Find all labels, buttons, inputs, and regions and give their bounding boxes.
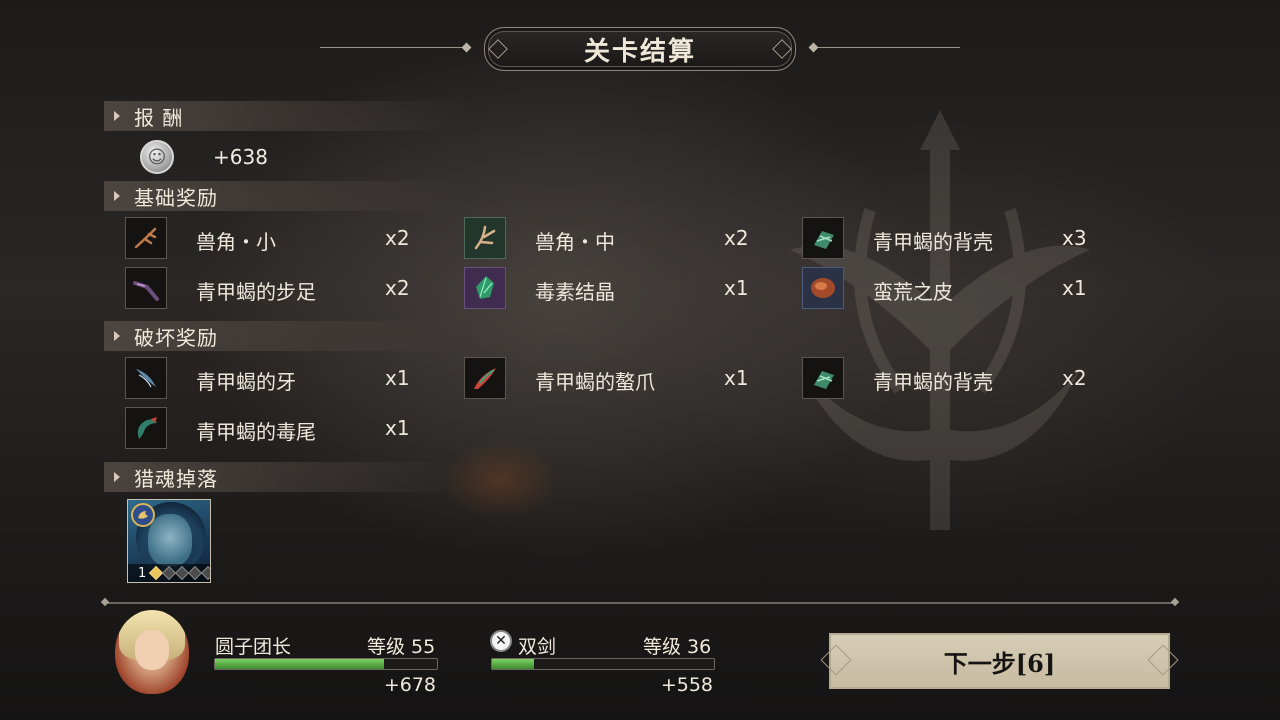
- item-quantity: x1: [724, 366, 749, 390]
- section-reward-header: 报 酬: [104, 101, 464, 131]
- next-step-label: 下一步[6]: [943, 648, 1056, 678]
- item-name: 青甲蝎的背壳: [873, 230, 993, 254]
- section-basic-header: 基础奖励: [104, 181, 464, 211]
- item-quantity: x2: [385, 276, 410, 300]
- reward-item[interactable]: 青甲蝎的毒尾 x1: [125, 407, 425, 451]
- star-empty-icon: [201, 565, 210, 581]
- toxin-crystal-icon: [464, 267, 506, 309]
- section-reward-title: 报 酬: [134, 105, 184, 130]
- scorpion-carapace-icon: [802, 217, 844, 259]
- soul-star-rating: [149, 565, 210, 581]
- button-ornament-right: [1147, 644, 1179, 676]
- title-diamond-right: [772, 39, 792, 59]
- player-xp-bar: [214, 658, 438, 670]
- item-name: 兽角・中: [535, 230, 615, 254]
- title-banner: 关卡结算: [484, 27, 796, 71]
- scorpion-carapace-icon: [802, 357, 844, 399]
- small-horn-icon: [125, 217, 167, 259]
- section-destroy-title: 破坏奖励: [134, 325, 218, 350]
- item-quantity: x1: [385, 366, 410, 390]
- weapon-name: 双剑: [518, 636, 557, 658]
- button-ornament-left: [820, 644, 852, 676]
- item-quantity: x2: [1062, 366, 1087, 390]
- title-ornament-left: [461, 42, 472, 53]
- section-soul-header: 猎魂掉落: [104, 462, 464, 492]
- soul-level: 1: [138, 565, 147, 581]
- item-name: 兽角・小: [196, 230, 276, 254]
- title-ornament-right: [808, 42, 819, 53]
- reward-item[interactable]: 蛮荒之皮 x1: [802, 267, 1102, 311]
- player-level: 等级 55: [367, 636, 436, 658]
- background-emblem: [790, 110, 1090, 530]
- section-marker-icon: [114, 191, 120, 201]
- item-quantity: x2: [724, 226, 749, 250]
- reward-item[interactable]: 毒素结晶 x1: [464, 267, 764, 311]
- scorpion-fang-icon: [125, 357, 167, 399]
- next-step-button[interactable]: 下一步[6]: [820, 633, 1179, 689]
- item-name: 毒素结晶: [535, 280, 615, 304]
- reward-item[interactable]: 兽角・小 x2: [125, 217, 425, 261]
- scorpion-claw-icon: [464, 357, 506, 399]
- beast-badge-icon: [131, 503, 155, 527]
- title-line-right: [810, 47, 960, 48]
- section-soul-title: 猎魂掉落: [134, 466, 218, 491]
- weapon-level: 等级 36: [643, 636, 712, 658]
- title-line-left: [320, 47, 470, 48]
- reward-item[interactable]: 青甲蝎的步足 x2: [125, 267, 425, 311]
- medium-horn-icon: [464, 217, 506, 259]
- reward-item[interactable]: 青甲蝎的牙 x1: [125, 357, 425, 401]
- footer-divider: [104, 602, 1176, 604]
- hunt-soul-card[interactable]: 1: [127, 499, 211, 583]
- scorpion-tail-icon: [125, 407, 167, 449]
- section-marker-icon: [114, 472, 120, 482]
- silver-coin-icon: ☺: [140, 140, 174, 174]
- soul-portrait-face: [148, 514, 192, 566]
- weapon-xp-gain: +558: [660, 674, 713, 696]
- soul-card-footer: 1: [128, 564, 210, 582]
- item-name: 青甲蝎的毒尾: [196, 420, 316, 444]
- avatar-face: [135, 630, 169, 670]
- item-quantity: x3: [1062, 226, 1087, 250]
- reward-item[interactable]: 青甲蝎的螯爪 x1: [464, 357, 764, 401]
- weapon-xp-fill: [492, 659, 535, 669]
- player-xp-gain: +678: [383, 674, 436, 696]
- item-quantity: x1: [1062, 276, 1087, 300]
- wild-hide-icon: [802, 267, 844, 309]
- player-name: 圆子团长: [215, 636, 292, 658]
- crossed-swords-icon: ✕: [490, 630, 512, 652]
- coin-value: +638: [213, 145, 268, 169]
- item-quantity: x2: [385, 226, 410, 250]
- title-diamond-left: [488, 39, 508, 59]
- page-title: 关卡结算: [583, 36, 696, 67]
- avatar: [115, 610, 189, 694]
- weapon-xp-bar: [491, 658, 715, 670]
- item-name: 青甲蝎的牙: [196, 370, 296, 394]
- item-name: 蛮荒之皮: [873, 280, 953, 304]
- section-basic-title: 基础奖励: [134, 185, 218, 210]
- section-marker-icon: [114, 111, 120, 121]
- reward-item[interactable]: 青甲蝎的背壳 x3: [802, 217, 1102, 261]
- player-xp-fill: [215, 659, 384, 669]
- item-name: 青甲蝎的背壳: [873, 370, 993, 394]
- item-name: 青甲蝎的螯爪: [535, 370, 655, 394]
- section-destroy-header: 破坏奖励: [104, 321, 464, 351]
- item-quantity: x1: [724, 276, 749, 300]
- item-name: 青甲蝎的步足: [196, 280, 316, 304]
- scorpion-leg-icon: [125, 267, 167, 309]
- reward-item[interactable]: 兽角・中 x2: [464, 217, 764, 261]
- item-quantity: x1: [385, 416, 410, 440]
- section-marker-icon: [114, 331, 120, 341]
- reward-item[interactable]: 青甲蝎的背壳 x2: [802, 357, 1102, 401]
